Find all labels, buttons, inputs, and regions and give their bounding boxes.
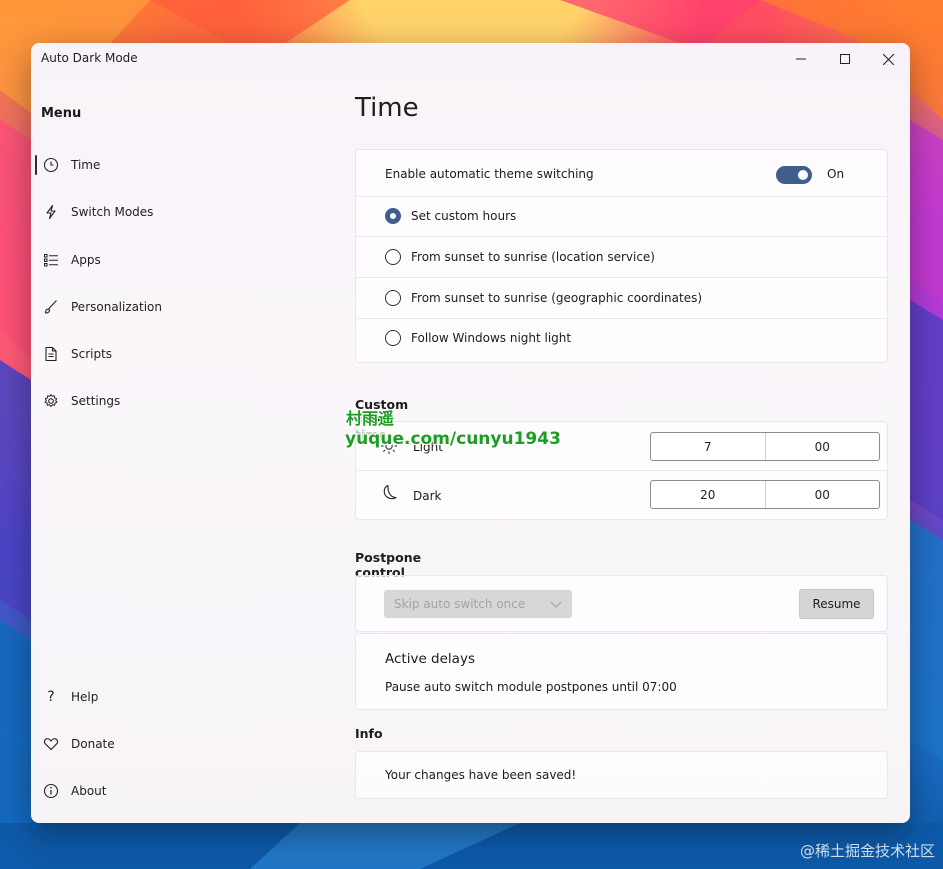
sidebar-item-label: Switch Modes (71, 205, 154, 219)
option-row[interactable]: Set custom hours (356, 196, 887, 237)
minimize-icon (796, 58, 806, 60)
list-icon (37, 252, 65, 268)
postpone-card: Skip auto switch once Resume (355, 575, 888, 632)
dropdown-value: Skip auto switch once (394, 597, 526, 611)
option-label: Set custom hours (411, 209, 517, 223)
radio-custom-hours[interactable] (385, 208, 401, 224)
enable-switching-row: Enable automatic theme switching On (356, 150, 887, 197)
info-icon (37, 783, 65, 799)
toggle-knob (798, 170, 808, 180)
option-label: From sunset to sunrise (geographic coord… (411, 291, 703, 305)
maximize-icon (840, 54, 850, 64)
sidebar-item-label: Personalization (71, 300, 162, 314)
sidebar-item-time[interactable]: Time (35, 146, 320, 184)
sidebar-item-label: About (71, 784, 107, 798)
option-label: Follow Windows night light (411, 331, 572, 345)
option-row[interactable]: From sunset to sunrise (location service… (356, 236, 887, 278)
info-heading: Info (355, 726, 383, 741)
sidebar-item-label: Help (71, 690, 99, 704)
sidebar-item-donate[interactable]: Donate (35, 725, 320, 763)
active-delays-title: Active delays (385, 651, 475, 667)
sidebar-item-label: Time (71, 158, 101, 172)
radio-night-light[interactable] (385, 330, 401, 346)
dark-label: Dark (413, 489, 442, 503)
sidebar-item-about[interactable]: About (35, 772, 320, 810)
sidebar-item-apps[interactable]: Apps (35, 241, 320, 279)
info-text: Your changes have been saved! (385, 768, 577, 782)
heart-icon (37, 736, 65, 752)
theme-switching-card: Enable automatic theme switching On Set … (355, 149, 888, 363)
sidebar-item-scripts[interactable]: Scripts (35, 335, 320, 373)
enable-switching-label: Enable automatic theme switching (385, 167, 594, 181)
sidebar-item-settings[interactable]: Settings (35, 382, 320, 420)
lightning-icon (37, 204, 65, 220)
close-button[interactable] (866, 43, 910, 75)
option-row[interactable]: From sunset to sunrise (geographic coord… (356, 277, 887, 319)
toggle-state-label: On (827, 167, 845, 181)
title-bar: Auto Dark Mode (31, 43, 910, 75)
dark-hour[interactable]: 20 (651, 481, 765, 508)
document-icon (37, 346, 65, 362)
watermark-url: yuque.com/cunyu1943 (345, 429, 561, 449)
active-delays-text: Pause auto switch module postpones until… (385, 680, 677, 694)
menu-heading: Menu (41, 106, 82, 121)
question-icon: ? (47, 689, 55, 705)
sidebar-item-label: Scripts (71, 347, 113, 361)
enable-switching-toggle[interactable] (776, 166, 812, 184)
chevron-down-icon (550, 601, 562, 608)
light-time-picker[interactable]: 7 00 (650, 432, 880, 461)
close-icon (882, 53, 894, 65)
clock-icon (37, 157, 65, 173)
watermark-name: 村雨遥 (346, 409, 395, 428)
radio-geographic-coordinates[interactable] (385, 290, 401, 306)
sidebar-item-label: Apps (71, 253, 101, 267)
sidebar-item-label: Donate (71, 737, 115, 751)
maximize-button[interactable] (823, 43, 867, 75)
dark-minute[interactable]: 00 (764, 481, 880, 508)
sidebar-item-label: Settings (71, 394, 121, 408)
skip-auto-switch-dropdown[interactable]: Skip auto switch once (384, 590, 572, 618)
gear-icon (37, 393, 65, 409)
radio-location-service[interactable] (385, 249, 401, 265)
light-hour[interactable]: 7 (651, 433, 765, 460)
option-row[interactable]: Follow Windows night light (356, 318, 887, 361)
sidebar-item-switch-modes[interactable]: Switch Modes (35, 193, 320, 231)
info-card: Your changes have been saved! (355, 751, 888, 799)
sidebar-item-personalization[interactable]: Personalization (35, 288, 320, 326)
light-minute[interactable]: 00 (764, 433, 880, 460)
option-label: From sunset to sunrise (location service… (411, 250, 655, 264)
resume-button[interactable]: Resume (799, 589, 874, 619)
corner-watermark: @稀土掘金技术社区 (799, 842, 935, 860)
moon-icon (380, 484, 398, 506)
app-title: Auto Dark Mode (41, 51, 138, 65)
brush-icon (37, 299, 65, 315)
dark-time-picker[interactable]: 20 00 (650, 480, 880, 509)
active-delays-card: Active delays Pause auto switch module p… (355, 633, 888, 710)
sidebar: Menu Time Switch Modes Apps Personalizat… (31, 75, 331, 823)
sidebar-item-help[interactable]: ? Help (35, 678, 320, 716)
dark-time-row: Dark 20 00 (356, 470, 887, 518)
minimize-button[interactable] (779, 43, 823, 75)
page-title: Time (355, 93, 419, 123)
